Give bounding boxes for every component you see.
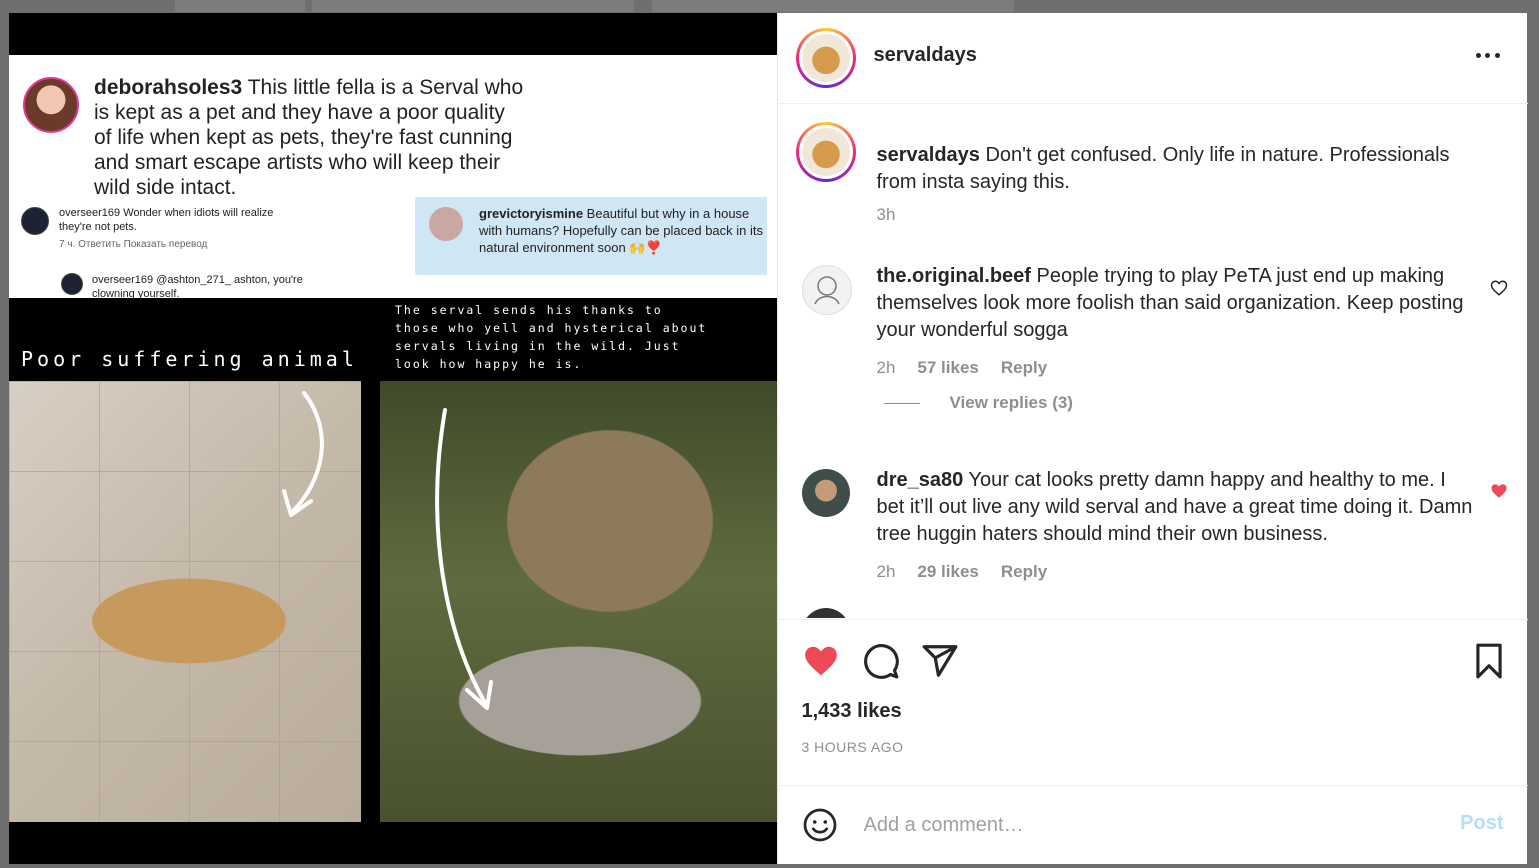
quoted-comment-small: overseer169 @ashton_271_ ashton, you're … — [92, 274, 303, 298]
arrow-icon — [435, 408, 493, 710]
share-icon[interactable] — [921, 642, 959, 680]
arrow-icon — [282, 391, 324, 517]
like-heart-icon[interactable] — [802, 642, 840, 680]
comment-time: 2h — [876, 358, 896, 377]
post-header: servaldays — [777, 13, 1528, 104]
comment-time: 2h — [876, 562, 896, 581]
caption-meta: 3h — [877, 205, 896, 225]
post-side-panel: servaldays servaldays Don't get confused… — [776, 13, 1528, 865]
quoted-avatar — [429, 207, 463, 241]
quoted-comment-small: overseer169 Wonder when idiots will real… — [59, 207, 274, 233]
caption-username[interactable]: servaldays — [877, 144, 980, 166]
view-replies-button[interactable]: View replies (3) — [883, 393, 1073, 413]
comment-icon[interactable] — [862, 642, 900, 680]
comment-username[interactable]: dre_sa80 — [877, 469, 964, 491]
comment-text: the.original.beef People trying to play … — [876, 265, 1464, 341]
caption-author-avatar[interactable] — [795, 122, 856, 182]
comments-list[interactable]: servaldays Don't get confused. Only life… — [778, 104, 1528, 618]
post-image[interactable]: deborahsoles3 This little fella is a Ser… — [9, 13, 777, 864]
bookmark-icon[interactable] — [1470, 642, 1508, 680]
comment-username[interactable]: the.original.beef — [877, 265, 1031, 287]
author-username[interactable]: servaldays — [874, 44, 977, 67]
emoji-icon[interactable] — [802, 807, 838, 843]
commenter-avatar[interactable] — [801, 469, 850, 517]
reply-button[interactable]: Reply — [1001, 358, 1047, 378]
quoted-avatar — [61, 273, 83, 295]
caption-text: servaldays Don't get confused. Only life… — [876, 144, 1450, 193]
post-modal: deborahsoles3 This little fella is a Ser… — [9, 13, 1528, 865]
quoted-comment-meta: 7 ч. Ответить Показать перевод — [59, 239, 208, 250]
comment-meta: 2h 29 likes Reply — [877, 562, 1048, 582]
post-timestamp: 3 HOURS AGO — [801, 739, 904, 755]
comment-likes[interactable]: 57 likes — [917, 358, 978, 378]
liked-comment-heart-icon[interactable] — [1490, 482, 1508, 500]
meme-caption-right: The serval sends his thanks to those who… — [395, 303, 708, 371]
like-comment-icon[interactable] — [1490, 279, 1508, 297]
caption-time: 3h — [876, 205, 896, 224]
post-actions: 1,433 likes 3 HOURS AGO — [777, 619, 1528, 786]
quoted-avatar — [21, 207, 49, 235]
more-options-button[interactable] — [1475, 53, 1500, 59]
meme-caption-left: Poor suffering animal — [21, 347, 358, 371]
avatar-sketch-icon — [813, 276, 840, 305]
commenter-avatar[interactable] — [801, 608, 850, 618]
commenter-avatar — [23, 77, 79, 133]
serval-on-tiles-photo — [9, 381, 361, 822]
add-comment-bar: Post — [777, 785, 1528, 865]
screenshot-comments-panel: deborahsoles3 This little fella is a Ser… — [9, 55, 777, 298]
quoted-comment-text: grevictoryismine Beautiful but why in a … — [479, 206, 763, 255]
quoted-comment-box: grevictoryismine Beautiful but why in a … — [415, 197, 767, 275]
comment-input[interactable] — [861, 804, 1426, 846]
reply-button[interactable]: Reply — [1001, 562, 1047, 582]
comment-text: dre_sa80 Your cat looks pretty damn happ… — [876, 469, 1473, 545]
author-avatar[interactable] — [795, 28, 856, 88]
leopard-and-serval-photo — [380, 381, 777, 822]
comment-likes[interactable]: 29 likes — [917, 562, 978, 582]
commenter-avatar[interactable] — [801, 265, 852, 315]
post-comment-button[interactable]: Post — [1460, 812, 1503, 835]
quoted-comment: deborahsoles3 This little fella is a Ser… — [94, 76, 524, 199]
comment-meta: 2h 57 likes Reply — [877, 358, 1048, 378]
likes-count[interactable]: 1,433 likes — [802, 700, 902, 723]
